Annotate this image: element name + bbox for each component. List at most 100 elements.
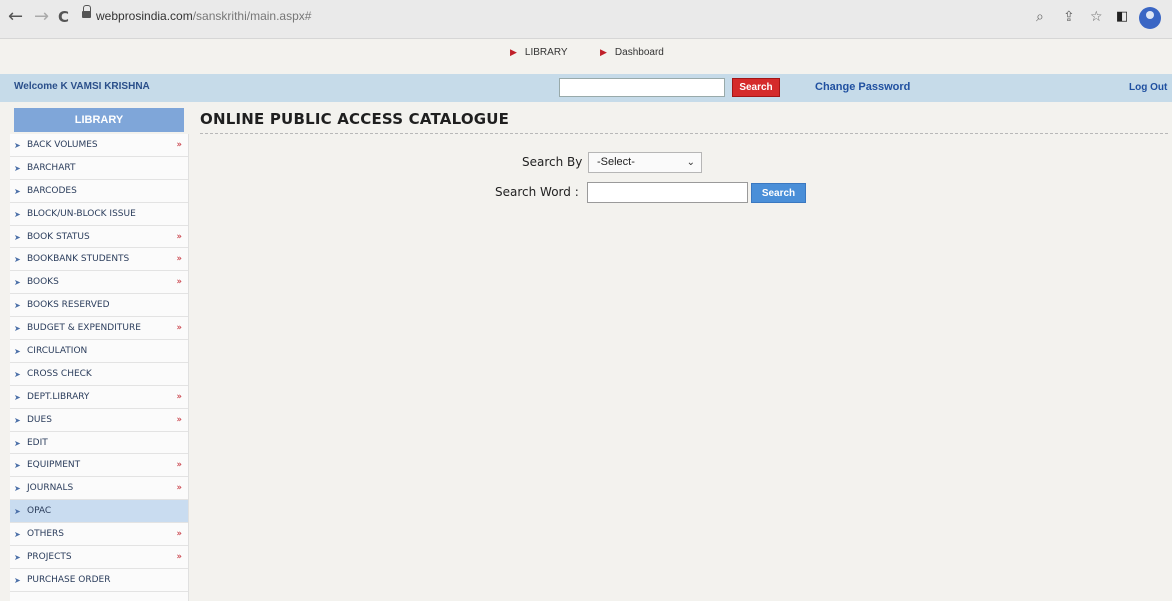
bullet-icon: ➤ <box>14 278 21 288</box>
sidebar-item-label: BOOKBANK STUDENTS <box>27 254 130 265</box>
sidebar-item-label: CROSS CHECK <box>27 368 92 379</box>
sidebar-item-label: BOOK STATUS <box>27 231 90 242</box>
sidebar-item[interactable]: ➤ BLOCK/UN-BLOCK ISSUE <box>10 203 188 226</box>
url-path: /sanskrithi/main.aspx# <box>192 9 312 23</box>
search-button[interactable]: Search <box>751 183 806 203</box>
sidebar-item[interactable]: ➤ EQUIPMENT » <box>10 454 188 478</box>
bullet-icon: ➤ <box>14 186 21 196</box>
reload-icon[interactable]: C <box>58 7 69 27</box>
sidebar-item-label: BLOCK/UN-BLOCK ISSUE <box>27 208 136 219</box>
bullet-icon: ➤ <box>14 163 21 173</box>
sidebar-item[interactable]: ➤ BARCODES <box>10 180 188 203</box>
toplink-dashboard[interactable]: ▶ Dashboard <box>600 47 664 58</box>
sidebar-item[interactable]: ➤ DEPT.LIBRARY » <box>10 386 188 409</box>
header-search-button[interactable]: Search <box>732 78 780 97</box>
arrow-icon: ▶ <box>600 47 607 57</box>
search-by-select[interactable]: -Select- ⌄ <box>588 152 702 173</box>
sidebar-item[interactable]: ➤ BOOKBANK STUDENTS » <box>10 248 188 272</box>
search-word-input[interactable] <box>587 182 748 203</box>
bullet-icon: ➤ <box>14 209 21 219</box>
sidebar-item-label: DUES <box>27 414 52 425</box>
sidebar-item[interactable]: ➤ BUDGET & EXPENDITURE » <box>10 317 188 341</box>
logout-link[interactable]: Log Out <box>1129 82 1167 93</box>
title-divider <box>200 133 1168 134</box>
expand-arrow-icon[interactable]: » <box>176 317 182 339</box>
zoom-icon[interactable]: ⌕ <box>1036 9 1044 25</box>
share-icon[interactable]: ⇪ <box>1063 9 1075 25</box>
expand-arrow-icon[interactable]: » <box>176 523 182 545</box>
search-word-label: Search Word : <box>495 185 579 199</box>
expand-arrow-icon[interactable]: » <box>176 409 182 431</box>
toplink-library[interactable]: ▶ LIBRARY <box>510 47 568 58</box>
sidebar-item-label: BOOKS <box>27 277 59 288</box>
bullet-icon: ➤ <box>14 369 21 379</box>
expand-arrow-icon[interactable]: » <box>176 248 182 270</box>
expand-arrow-icon[interactable]: » <box>176 226 182 248</box>
toplink-library-label: LIBRARY <box>524 47 568 58</box>
sidebar-item-label: PURCHASE ORDER <box>27 574 111 585</box>
back-arrow-icon[interactable]: ← <box>8 7 23 27</box>
bullet-icon: ➤ <box>14 438 21 448</box>
sidebar-item[interactable]: ➤ BOOKS » <box>10 271 188 295</box>
bullet-icon: ➤ <box>14 324 21 334</box>
sidebar-item[interactable]: ➤ BOOK STATUS » <box>10 226 188 249</box>
welcome-text: Welcome K VAMSI KRISHNA <box>14 81 150 92</box>
expand-arrow-icon[interactable]: » <box>176 454 182 476</box>
address-bar[interactable]: webprosindia.com/sanskrithi/main.aspx# <box>96 9 311 23</box>
expand-arrow-icon[interactable]: » <box>176 386 182 408</box>
sidebar-item[interactable]: ➤ BARCHART <box>10 157 188 180</box>
header-bar: Welcome K VAMSI KRISHNA Search Change Pa… <box>0 74 1172 102</box>
sidebar-item[interactable]: ➤ EDIT <box>10 432 188 455</box>
bullet-icon: ➤ <box>14 415 21 425</box>
sidebar-item[interactable]: ➤ BOOKS RESERVED <box>10 294 188 318</box>
sidebar-item[interactable]: ➤ OPAC <box>10 500 188 524</box>
change-password-link[interactable]: Change Password <box>815 81 910 93</box>
bullet-icon: ➤ <box>14 484 21 494</box>
sidebar-item-label: BACK VOLUMES <box>27 140 98 150</box>
toplink-dashboard-label: Dashboard <box>614 47 664 58</box>
arrow-icon: ▶ <box>510 47 517 57</box>
bullet-icon: ➤ <box>14 232 21 242</box>
bullet-icon: ➤ <box>14 575 21 585</box>
bullet-icon: ➤ <box>14 530 21 540</box>
bullet-icon: ➤ <box>14 553 21 563</box>
bullet-icon: ➤ <box>14 141 21 150</box>
sidebar-item[interactable]: ➤ JOURNALS » <box>10 477 188 501</box>
avatar[interactable] <box>1139 7 1161 29</box>
expand-arrow-icon[interactable]: » <box>176 271 182 293</box>
sidebar-item-label: EQUIPMENT <box>27 460 81 471</box>
sidebar-item-label: EDIT <box>27 437 48 448</box>
bullet-icon: ➤ <box>14 461 21 471</box>
sidebar-item-label: BARCODES <box>27 185 77 196</box>
star-icon[interactable]: ☆ <box>1090 9 1103 25</box>
sidebar-title: LIBRARY <box>14 108 184 132</box>
expand-arrow-icon[interactable]: » <box>176 134 182 156</box>
sidebar-item[interactable]: ➤ OTHERS » <box>10 523 188 547</box>
bullet-icon: ➤ <box>14 301 21 311</box>
sidebar-item[interactable]: ➤ CIRCULATION <box>10 340 188 363</box>
sidebar-item-label: BUDGET & EXPENDITURE <box>27 323 141 334</box>
sidepanel-icon[interactable]: ◧ <box>1116 9 1128 24</box>
expand-arrow-icon[interactable]: » <box>176 477 182 499</box>
sidebar-item[interactable]: ➤ DUES » <box>10 409 188 432</box>
forward-arrow-icon[interactable]: → <box>34 7 49 27</box>
browser-toolbar: ← → C webprosindia.com/sanskrithi/main.a… <box>0 0 1172 39</box>
sidebar-item-label: PROJECTS <box>27 552 72 563</box>
sidebar-item[interactable]: ➤ PROJECTS » <box>10 546 188 569</box>
url-host: webprosindia.com <box>96 9 193 23</box>
sidebar-item-label: CIRCULATION <box>27 346 88 357</box>
chevron-down-icon: ⌄ <box>686 157 695 168</box>
sidebar-item-label: BOOKS RESERVED <box>27 300 110 311</box>
sidebar-item[interactable]: ➤ BACK VOLUMES » <box>10 134 188 157</box>
search-by-label: Search By <box>522 155 583 169</box>
bullet-icon: ➤ <box>14 507 21 517</box>
sidebar-item-label: BARCHART <box>27 162 76 173</box>
page-title: ONLINE PUBLIC ACCESS CATALOGUE <box>200 110 510 128</box>
sidebar-item[interactable]: ➤ PURCHASE ORDER <box>10 569 188 592</box>
sidebar-item-label: JOURNALS <box>27 483 74 494</box>
header-search-input[interactable] <box>559 78 725 97</box>
sidebar-item[interactable]: ➤ CROSS CHECK <box>10 363 188 386</box>
bullet-icon: ➤ <box>14 347 21 357</box>
expand-arrow-icon[interactable]: » <box>176 546 182 568</box>
bullet-icon: ➤ <box>14 255 21 265</box>
